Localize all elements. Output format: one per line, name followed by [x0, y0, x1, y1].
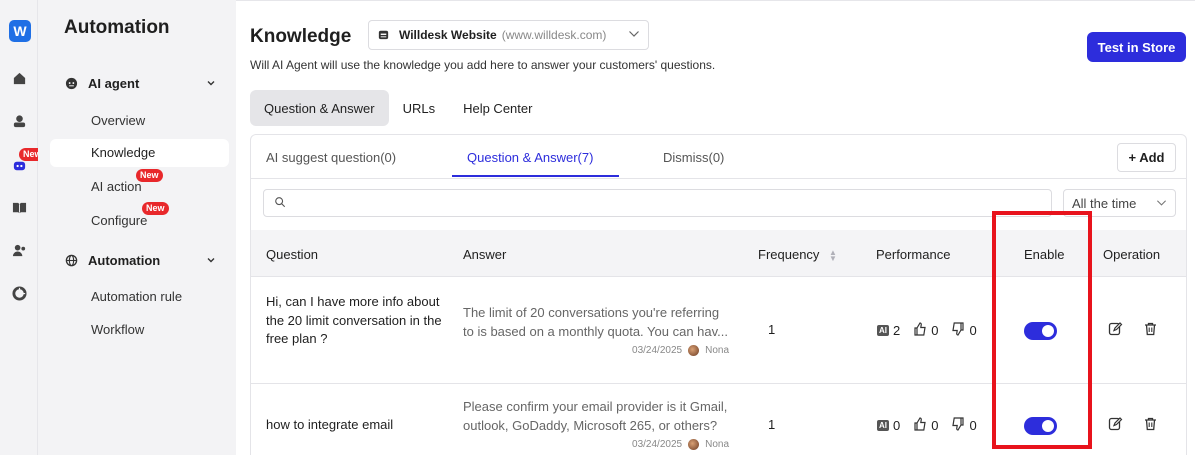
inbox-icon[interactable] [11, 113, 27, 129]
performance-stats: AI 2 0 0 [877, 322, 977, 339]
tab-question-answer[interactable]: Question & Answer [250, 90, 389, 126]
edit-icon[interactable] [1108, 416, 1123, 434]
contacts-icon[interactable] [11, 242, 27, 258]
search-icon [274, 196, 286, 211]
menu-item-knowledge[interactable]: Knowledge [50, 139, 229, 167]
menu-item-overview[interactable]: Overview [91, 113, 145, 128]
column-header-question: Question [266, 247, 319, 262]
column-header-answer: Answer [463, 247, 507, 262]
subtab-dismiss[interactable]: Dismiss(0) [663, 150, 724, 165]
book-icon[interactable] [11, 199, 27, 215]
answer-line: Please confirm your email provider is it… [463, 399, 728, 414]
tab-urls[interactable]: URLs [389, 90, 450, 126]
menu-item-ai-action[interactable]: AI action [91, 179, 142, 194]
answer-line: The limit of 20 conversations you're ref… [463, 305, 720, 320]
thumbs-down-icon [951, 322, 965, 339]
sort-icon[interactable]: ▲ ▼ [829, 248, 837, 262]
answer-meta: 03/24/2025 Nona [463, 439, 729, 450]
website-select[interactable]: Willdesk Website (www.willdesk.com) [368, 20, 649, 50]
dislikes-count: 0 [969, 418, 977, 433]
automation-menu: Automation AI agent Overview Knowledge A… [38, 0, 236, 455]
subtab-ai-suggest[interactable]: AI suggest question(0) [266, 150, 396, 165]
new-badge: New [136, 169, 163, 182]
chevron-down-icon [1156, 196, 1167, 211]
icon-rail: W New [0, 0, 46, 455]
menu-group-ai-agent[interactable]: AI agent [64, 76, 216, 91]
subtabs: AI suggest question(0) Question & Answer… [251, 135, 1186, 179]
answer-author: Nona [705, 345, 729, 356]
menu-group-automation[interactable]: Automation [64, 253, 216, 268]
ai-count: 2 [893, 323, 901, 338]
menu-group-label: Automation [88, 253, 161, 268]
menu-item-workflow[interactable]: Workflow [91, 322, 144, 337]
ai-chip: AI [877, 325, 889, 336]
answer-line: to is based on a monthly quota. You can … [463, 323, 729, 339]
app-logo[interactable]: W [9, 20, 31, 42]
question-text: how to integrate email [266, 417, 394, 432]
new-badge: New [142, 202, 169, 215]
answer-author: Nona [705, 439, 729, 450]
menu-title: Automation [64, 17, 170, 38]
column-header-operation: Operation [1103, 247, 1161, 262]
subtab-question-answer[interactable]: Question & Answer(7) [467, 150, 593, 165]
store-icon [377, 28, 391, 42]
ai-count: 0 [893, 418, 901, 433]
answer-text[interactable]: The limit of 20 conversations you're ref… [463, 304, 733, 341]
chevron-down-icon [628, 28, 640, 42]
menu-group-label: AI agent [88, 76, 140, 91]
enable-column-highlight [992, 211, 1092, 449]
analytics-icon[interactable] [11, 285, 27, 301]
delete-icon[interactable] [1143, 321, 1158, 339]
likes-count: 0 [931, 418, 939, 433]
answer-meta: 03/24/2025 Nona [463, 345, 729, 356]
row-operations [1108, 321, 1158, 339]
row-operations [1108, 416, 1158, 434]
thumbs-down-icon [951, 417, 965, 434]
answer-date: 03/24/2025 [632, 439, 683, 450]
edit-icon[interactable] [1108, 321, 1123, 339]
avatar [688, 345, 700, 356]
frequency-value: 1 [768, 417, 776, 432]
tab-help-center[interactable]: Help Center [449, 90, 546, 126]
avatar [688, 439, 700, 450]
thumbs-up-icon [913, 322, 927, 339]
search-box [263, 189, 1052, 217]
delete-icon[interactable] [1143, 416, 1158, 434]
robot-icon [64, 77, 78, 91]
active-subtab-indicator [452, 175, 619, 177]
ai-chip: AI [877, 420, 889, 431]
column-header-performance: Performance [876, 247, 951, 262]
site-name: Willdesk Website [399, 28, 497, 42]
top-divider [236, 0, 1195, 4]
knowledge-tabs: Question & Answer URLs Help Center [250, 90, 546, 126]
chevron-down-icon [206, 253, 216, 268]
add-button[interactable]: + Add [1117, 143, 1176, 172]
page-title: Knowledge [250, 26, 352, 47]
dislikes-count: 0 [969, 323, 977, 338]
answer-text[interactable]: Please confirm your email provider is it… [463, 398, 733, 435]
menu-item-configure[interactable]: Configure [91, 213, 147, 228]
column-header-label: Frequency [758, 247, 820, 262]
likes-count: 0 [931, 323, 939, 338]
thumbs-up-icon [913, 417, 927, 434]
time-filter-value: All the time [1072, 195, 1137, 211]
chevron-down-icon [206, 76, 216, 91]
site-url: (www.willdesk.com) [501, 28, 607, 42]
answer-date: 03/24/2025 [632, 345, 683, 356]
test-in-store-button[interactable]: Test in Store [1087, 32, 1186, 62]
question-text: Hi, can I have more info about the 20 li… [266, 294, 442, 346]
home-icon[interactable] [11, 70, 27, 86]
answer-line: outlook, GoDaddy, Microsoft 265, or othe… [463, 417, 718, 433]
performance-stats: AI 0 0 0 [877, 417, 977, 434]
globe-icon [64, 254, 78, 268]
menu-item-automation-rule[interactable]: Automation rule [91, 289, 182, 304]
frequency-value: 1 [768, 322, 776, 337]
search-input[interactable] [294, 196, 1051, 210]
column-header-frequency[interactable]: Frequency ▲ ▼ [758, 247, 837, 262]
page-subtitle: Will AI Agent will use the knowledge you… [250, 58, 716, 72]
